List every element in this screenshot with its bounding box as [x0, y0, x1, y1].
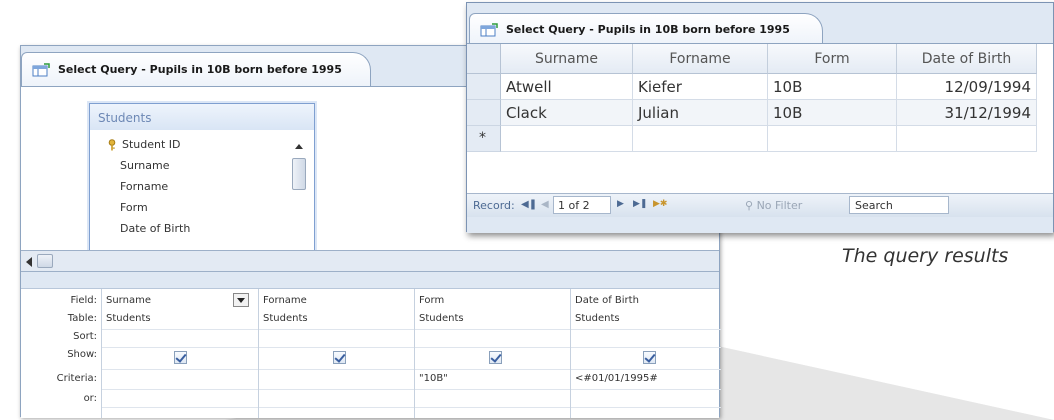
horizontal-scroll-thumb[interactable] — [37, 254, 53, 268]
grid-column-forname: Forname Students — [258, 289, 414, 418]
next-record-icon[interactable]: ▶ — [617, 199, 624, 209]
no-filter-indicator[interactable]: ⚲ No Filter — [745, 199, 802, 212]
row-label-field: Field: — [70, 295, 97, 306]
row-label-criteria: Criteria: — [56, 373, 97, 384]
select-all-corner[interactable] — [467, 44, 501, 74]
scroll-up-icon[interactable] — [295, 144, 303, 149]
field-cell[interactable]: Form — [419, 295, 444, 306]
record-label: Record: — [473, 199, 515, 212]
cell-forname[interactable]: Kiefer — [633, 74, 768, 100]
results-window-footer — [467, 217, 1053, 233]
column-header-date-of-birth[interactable]: Date of Birth — [897, 44, 1037, 74]
new-cell[interactable] — [768, 126, 897, 152]
filter-icon: ⚲ — [745, 199, 754, 212]
field-list-item-forname[interactable]: Forname — [120, 176, 190, 197]
results-tab-title: Select Query - Pupils in 10B born before… — [506, 23, 790, 36]
record-navigation-bar: Record: ◀❚ ◀ 1 of 2 ▶ ▶❚ ▶✱ ⚲ No Filter … — [467, 193, 1053, 217]
column-header-forname[interactable]: Forname — [633, 44, 768, 74]
field-list-title: Students — [90, 104, 314, 130]
field-list-scrollbar[interactable] — [292, 144, 306, 244]
field-list-item-date-of-birth[interactable]: Date of Birth — [120, 218, 190, 239]
record-position: 1 of 2 — [558, 199, 590, 212]
pane-divider[interactable] — [21, 272, 719, 288]
table-cell[interactable]: Students — [419, 313, 464, 324]
row-label-sort: Sort: — [73, 331, 97, 342]
students-field-list[interactable]: Students Student ID Surname Forname Form… — [89, 103, 315, 253]
field-list-item-student-id[interactable]: Student ID — [108, 134, 190, 155]
criteria-cell[interactable]: <#01/01/1995# — [575, 373, 658, 384]
row-label-table: Table: — [67, 313, 97, 324]
design-tab-title: Select Query - Pupils in 10B born before… — [58, 63, 342, 76]
previous-record-icon[interactable]: ◀ — [541, 199, 549, 210]
field-dropdown-button[interactable] — [233, 293, 249, 307]
scroll-left-icon[interactable] — [26, 257, 32, 267]
query-icon — [32, 62, 50, 76]
grid-column-form: Form Students "10B" — [414, 289, 570, 418]
field-cell[interactable]: Forname — [263, 295, 307, 306]
show-checkbox[interactable] — [643, 351, 656, 364]
primary-key-icon — [108, 138, 116, 150]
show-checkbox[interactable] — [489, 351, 502, 364]
scroll-thumb[interactable] — [292, 158, 306, 190]
results-query-tab[interactable]: Select Query - Pupils in 10B born before… — [469, 13, 823, 45]
field-cell[interactable]: Date of Birth — [575, 295, 639, 306]
column-header-form[interactable]: Form — [768, 44, 897, 74]
search-label: Search — [855, 199, 893, 212]
show-checkbox[interactable] — [333, 351, 346, 364]
query-icon — [480, 22, 498, 36]
record-position-box[interactable]: 1 of 2 — [553, 196, 611, 214]
cell-forname[interactable]: Julian — [633, 100, 768, 126]
query-design-grid: Field: Table: Sort: Show: Criteria: or: … — [21, 288, 721, 418]
cell-surname[interactable]: Clack — [501, 100, 633, 126]
record-selector[interactable] — [467, 74, 501, 100]
row-label-or: or: — [83, 393, 97, 404]
query-results-window: Select Query - Pupils in 10B born before… — [466, 2, 1054, 233]
cell-form[interactable]: 10B — [768, 100, 897, 126]
record-selector[interactable] — [467, 100, 501, 126]
criteria-cell[interactable]: "10B" — [419, 373, 448, 384]
grid-row-labels: Field: Table: Sort: Show: Criteria: or: — [21, 289, 101, 418]
new-record-marker: * — [479, 130, 486, 146]
grid-column-surname: Surname Students — [101, 289, 258, 418]
cell-date-of-birth[interactable]: 31/12/1994 — [897, 100, 1037, 126]
show-checkbox[interactable] — [174, 351, 187, 364]
cell-form[interactable]: 10B — [768, 74, 897, 100]
new-cell[interactable] — [897, 126, 1037, 152]
row-label-show: Show: — [67, 349, 97, 360]
new-record-selector[interactable]: * — [467, 126, 501, 152]
field-list-item-form[interactable]: Form — [120, 197, 190, 218]
design-query-tab[interactable]: Select Query - Pupils in 10B born before… — [21, 52, 371, 86]
search-box[interactable]: Search — [849, 196, 949, 214]
grid-column-date-of-birth: Date of Birth Students <#01/01/1995# — [570, 289, 721, 418]
new-cell[interactable] — [633, 126, 768, 152]
cell-date-of-birth[interactable]: 12/09/1994 — [897, 74, 1037, 100]
last-record-icon[interactable]: ▶❚ — [633, 199, 647, 209]
field-cell[interactable]: Surname — [106, 295, 151, 306]
new-record-icon[interactable]: ▶✱ — [653, 199, 667, 209]
results-caption: The query results — [842, 245, 1009, 267]
results-datasheet: Surname Forname Form Date of Birth Atwel… — [467, 43, 1053, 193]
table-cell[interactable]: Students — [263, 313, 308, 324]
table-cell[interactable]: Students — [575, 313, 620, 324]
column-header-surname[interactable]: Surname — [501, 44, 633, 74]
horizontal-scrollbar[interactable] — [21, 250, 719, 272]
cell-surname[interactable]: Atwell — [501, 74, 633, 100]
first-record-icon[interactable]: ◀❚ — [521, 199, 537, 210]
table-cell[interactable]: Students — [106, 313, 151, 324]
new-cell[interactable] — [501, 126, 633, 152]
field-list-item-surname[interactable]: Surname — [120, 155, 190, 176]
